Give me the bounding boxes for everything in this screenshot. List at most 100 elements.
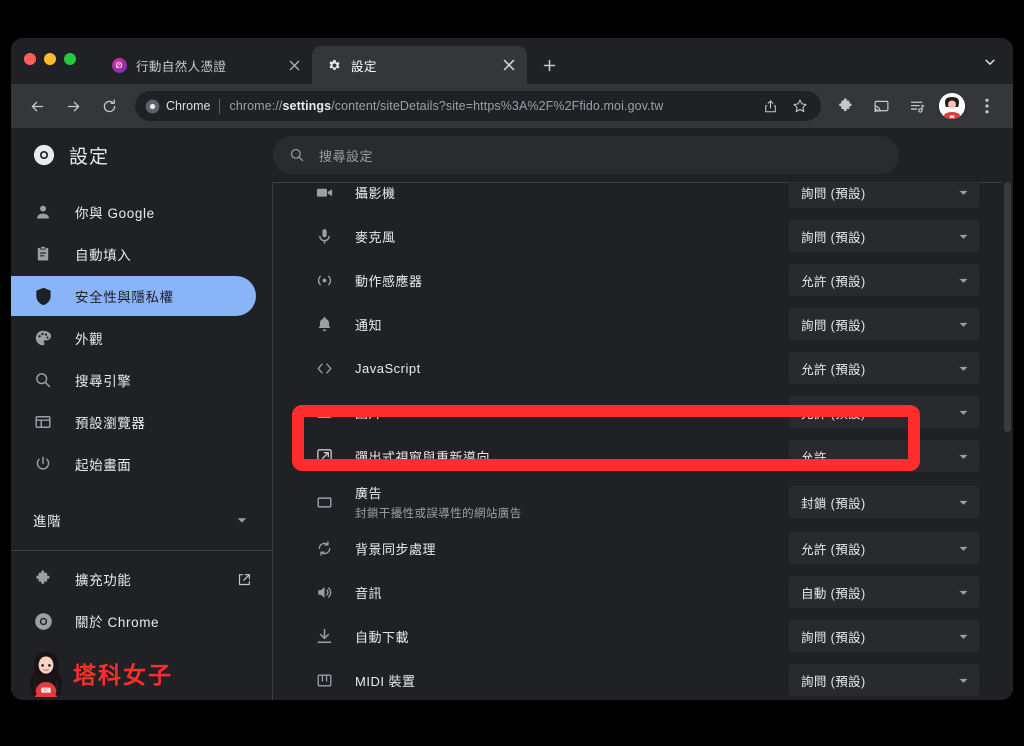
sidebar-item-about-chrome[interactable]: 關於 Chrome	[11, 601, 256, 641]
site-chip: Chrome	[145, 99, 210, 114]
permission-row-midi-devices[interactable]: MIDI 裝置 詢問 (預設)	[293, 658, 1013, 700]
close-icon[interactable]	[501, 57, 517, 73]
permission-labels: MIDI 裝置	[355, 671, 789, 690]
sidebar-item-default-browser[interactable]: 預設瀏覽器	[11, 402, 256, 442]
microphone-icon	[313, 225, 335, 247]
image-icon	[313, 401, 335, 423]
chrome-icon	[33, 144, 55, 166]
permission-label: 音訊	[355, 585, 383, 601]
permission-select-javascript[interactable]: 允許 (預設)	[789, 352, 979, 384]
permission-value: 允許 (預設)	[801, 274, 866, 289]
bookmark-star-icon[interactable]	[787, 93, 813, 119]
permission-label: 攝影機	[355, 185, 396, 201]
search-input[interactable]: 搜尋設定	[273, 136, 899, 174]
settings-brand: 設定	[11, 142, 273, 169]
permission-row-camera[interactable]: 攝影機 詢問 (預設)	[293, 182, 1013, 214]
sidebar-item-label: 你與 Google	[75, 206, 155, 221]
tab-settings[interactable]: 設定	[312, 46, 527, 84]
settings-body: 你與 Google 自動填入 安全性與隱私權 外觀 搜尋引擎 預設瀏覽器 起始畫…	[11, 182, 1013, 700]
permission-value: 詢問 (預設)	[801, 674, 866, 689]
permission-select-ads[interactable]: 封鎖 (預設)	[789, 486, 979, 518]
puzzle-icon	[33, 569, 53, 589]
permission-select-popups-redirects[interactable]: 允許	[789, 440, 979, 472]
permission-select-images[interactable]: 允許 (預設)	[789, 396, 979, 428]
scrollbar-track[interactable]	[1002, 182, 1013, 700]
browser-toolbar: Chrome chrome://settings/content/siteDet…	[11, 84, 1013, 128]
forward-button[interactable]	[58, 91, 88, 121]
permission-select-midi-devices[interactable]: 詢問 (預設)	[789, 664, 979, 696]
share-icon[interactable]	[757, 93, 783, 119]
permission-select-motion-sensors[interactable]: 允許 (預設)	[789, 264, 979, 296]
url-suffix: /content/siteDetails?site=https%3A%2F%2F…	[331, 99, 664, 113]
permission-row-background-sync[interactable]: 背景同步處理 允許 (預設)	[293, 526, 1013, 570]
permission-row-popups-redirects[interactable]: 彈出式視窗與重新導向 允許	[293, 434, 1013, 478]
address-bar[interactable]: Chrome chrome://settings/content/siteDet…	[135, 91, 821, 121]
sidebar-item-appearance[interactable]: 外觀	[11, 318, 256, 358]
permission-label: JavaScript	[355, 360, 421, 376]
sidebar-item-on-startup[interactable]: 起始畫面	[11, 444, 256, 484]
permission-select-automatic-downloads[interactable]: 詢問 (預設)	[789, 620, 979, 652]
permission-labels: 背景同步處理	[355, 539, 789, 558]
maximize-window-button[interactable]	[64, 53, 76, 65]
sidebar-item-extensions[interactable]: 擴充功能	[11, 559, 256, 599]
sidebar-item-you-and-google[interactable]: 你與 Google	[11, 192, 256, 232]
reload-button[interactable]	[94, 91, 124, 121]
tab-moi[interactable]: ∅ 行動自然人憑證	[97, 46, 312, 84]
tab-search-button[interactable]	[977, 49, 1003, 75]
permission-select-camera[interactable]: 詢問 (預設)	[789, 182, 979, 208]
permission-row-motion-sensors[interactable]: 動作感應器 允許 (預設)	[293, 258, 1013, 302]
close-icon[interactable]	[286, 57, 302, 73]
close-window-button[interactable]	[24, 53, 36, 65]
sidebar-item-label: 安全性與隱私權	[75, 290, 174, 305]
permission-row-images[interactable]: 圖片 允許 (預設)	[293, 390, 1013, 434]
settings-sidebar: 你與 Google 自動填入 安全性與隱私權 外觀 搜尋引擎 預設瀏覽器 起始畫…	[11, 182, 273, 700]
new-tab-button[interactable]	[535, 51, 563, 79]
permission-value: 詢問 (預設)	[801, 230, 866, 245]
sidebar-item-security-privacy[interactable]: 安全性與隱私權	[11, 276, 256, 316]
shield-icon	[33, 286, 53, 306]
sidebar-item-label: 預設瀏覽器	[75, 416, 146, 431]
sidebar-divider	[11, 550, 272, 551]
permission-row-ads[interactable]: 廣告 封鎖干擾性或誤導性的網站廣告 封鎖 (預設)	[293, 478, 1013, 526]
cast-icon[interactable]	[866, 91, 896, 121]
permission-label: MIDI 裝置	[355, 673, 416, 689]
sidebar-item-label: 關於 Chrome	[75, 615, 160, 630]
sidebar-item-search-engine[interactable]: 搜尋引擎	[11, 360, 256, 400]
chevron-down-icon	[958, 543, 969, 554]
tabs-container: ∅ 行動自然人憑證 設定	[97, 38, 563, 84]
permission-labels: 麥克風	[355, 227, 789, 246]
permission-value: 詢問 (預設)	[801, 318, 866, 333]
person-icon	[33, 202, 53, 222]
permission-select-microphone[interactable]: 詢問 (預設)	[789, 220, 979, 252]
external-link-icon[interactable]	[237, 572, 252, 587]
watermark-avatar-icon: 3C	[25, 648, 67, 698]
search-icon	[33, 370, 53, 390]
permission-row-javascript[interactable]: JavaScript 允許 (預設)	[293, 346, 1013, 390]
permission-row-microphone[interactable]: 麥克風 詢問 (預設)	[293, 214, 1013, 258]
sidebar-item-label: 自動填入	[75, 248, 132, 263]
permissions-list: 攝影機 詢問 (預設) 麥克風 詢問 (預設) 動作感應器 允許 (預設) 通知…	[293, 182, 1013, 700]
permission-select-background-sync[interactable]: 允許 (預設)	[789, 532, 979, 564]
extensions-puzzle-icon[interactable]	[830, 91, 860, 121]
more-menu-icon[interactable]	[972, 91, 1002, 121]
permission-labels: 動作感應器	[355, 271, 789, 290]
avatar[interactable]	[939, 93, 965, 119]
chevron-down-icon	[958, 451, 969, 462]
chevron-down-icon	[958, 497, 969, 508]
sidebar-item-advanced[interactable]: 進階	[11, 500, 272, 540]
chevron-down-icon	[958, 675, 969, 686]
permission-select-sound[interactable]: 自動 (預設)	[789, 576, 979, 608]
minimize-window-button[interactable]	[44, 53, 56, 65]
permission-row-notifications[interactable]: 通知 詢問 (預設)	[293, 302, 1013, 346]
sidebar-item-autofill[interactable]: 自動填入	[11, 234, 256, 274]
permission-row-automatic-downloads[interactable]: 自動下載 詢問 (預設)	[293, 614, 1013, 658]
permission-select-notifications[interactable]: 詢問 (預設)	[789, 308, 979, 340]
permission-row-sound[interactable]: 音訊 自動 (預設)	[293, 570, 1013, 614]
chevron-down-icon	[958, 407, 969, 418]
permissions-list-panel: 攝影機 詢問 (預設) 麥克風 詢問 (預設) 動作感應器 允許 (預設) 通知…	[273, 182, 1013, 700]
back-button[interactable]	[22, 91, 52, 121]
code-icon	[313, 357, 335, 379]
scrollbar-thumb[interactable]	[1004, 182, 1011, 432]
permission-label: 背景同步處理	[355, 541, 437, 557]
reading-list-icon[interactable]	[902, 91, 932, 121]
